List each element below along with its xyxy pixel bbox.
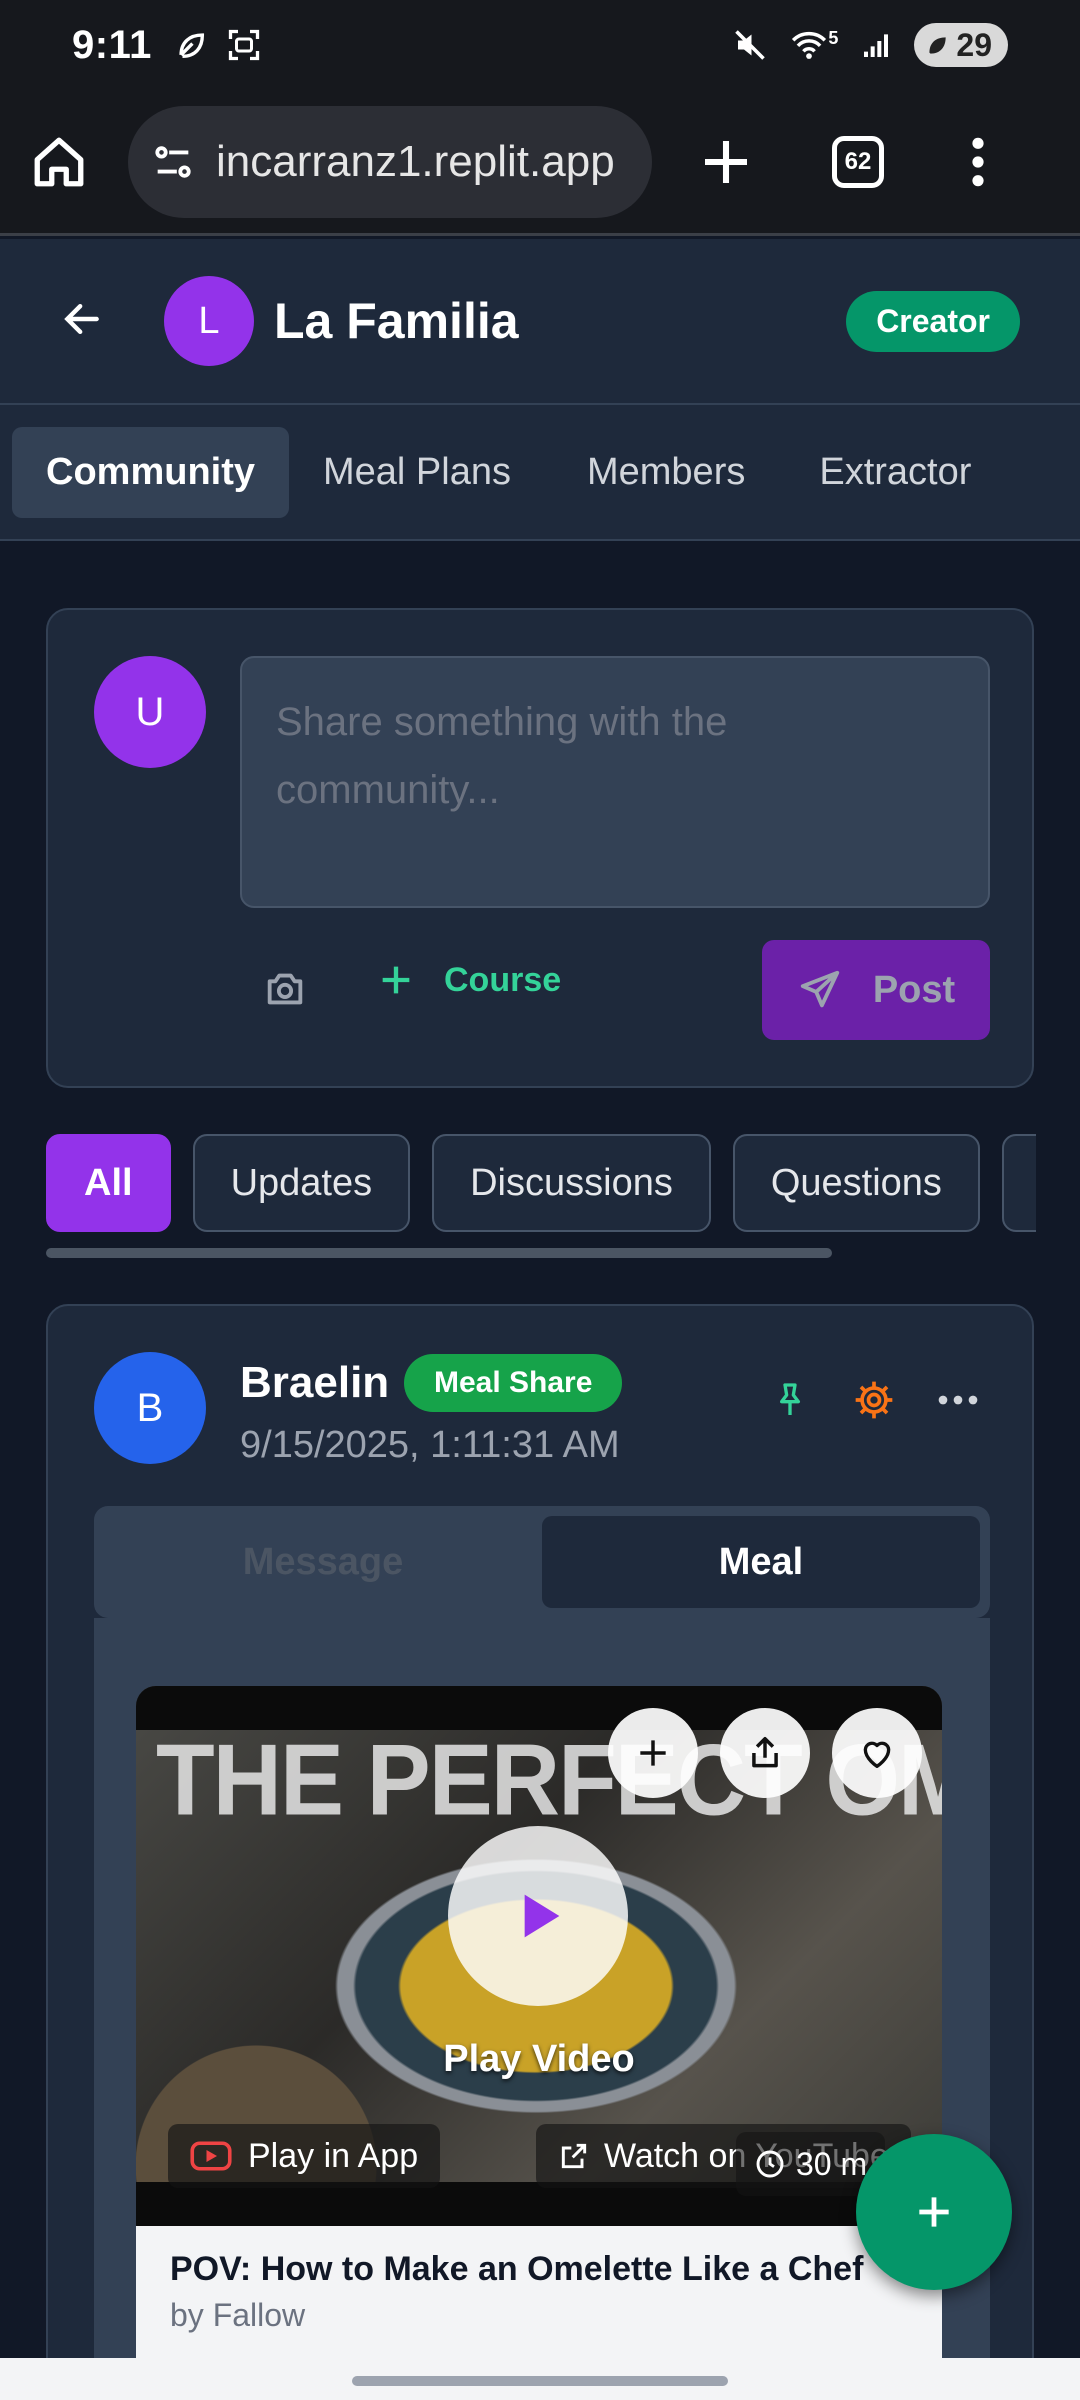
- youtube-icon: [190, 2141, 232, 2171]
- play-video-button[interactable]: [448, 1826, 628, 2006]
- pin-icon[interactable]: [770, 1378, 810, 1422]
- home-icon: [34, 137, 84, 186]
- home-button[interactable]: [30, 133, 88, 191]
- play-icon: [524, 1894, 560, 1938]
- recipe-title: POV: How to Make an Omelette Like a Chef: [170, 2250, 864, 2288]
- plus-icon: [640, 1740, 666, 1766]
- address-bar[interactable]: incarranz1.replit.app: [128, 105, 652, 218]
- group-avatar: L: [164, 276, 254, 366]
- role-badge: Creator: [846, 290, 1020, 352]
- status-bar: 9:11 5 29: [0, 0, 1080, 90]
- user-avatar: U: [94, 656, 206, 768]
- wifi-icon: 5: [790, 28, 838, 62]
- gear-icon[interactable]: [852, 1378, 896, 1422]
- status-time: 9:11: [72, 22, 152, 67]
- post-composer: U Share something with the community... …: [46, 608, 1034, 1088]
- tab-count: 62: [832, 135, 884, 188]
- external-link-icon: [561, 2143, 587, 2169]
- meal-segment[interactable]: Meal: [542, 1516, 980, 1608]
- filter-all[interactable]: All: [46, 1134, 171, 1232]
- site-settings-icon[interactable]: [150, 139, 196, 185]
- post-filters: All Updates Discussions Questions: [46, 1134, 1036, 1234]
- heart-icon: [863, 1741, 891, 1768]
- system-nav-bar: [0, 2358, 1080, 2400]
- recipe-author: by Fallow: [170, 2297, 306, 2333]
- kebab-menu-icon: [972, 137, 984, 186]
- post-button[interactable]: Post: [762, 940, 990, 1040]
- browser-menu-button[interactable]: [968, 134, 988, 190]
- battery-indicator: 29: [914, 23, 1008, 67]
- plus-icon: [382, 966, 410, 994]
- recipe-video[interactable]: THE PERFECT OMELETTE Play Video Play in …: [136, 1686, 942, 2226]
- plus-icon: [705, 140, 747, 183]
- filters-scrollbar[interactable]: [46, 1248, 832, 1258]
- leaf-icon: [179, 33, 204, 59]
- author-avatar: B: [94, 1352, 206, 1464]
- send-icon: [800, 970, 839, 1008]
- favorite-button[interactable]: [832, 1708, 922, 1798]
- screenshot-icon: [228, 29, 260, 61]
- share-icon: [752, 1737, 778, 1768]
- camera-icon: [267, 973, 303, 1005]
- post-input[interactable]: Share something with the community...: [240, 656, 990, 908]
- cell-signal-icon: [864, 34, 889, 57]
- duration-text: 30 m: [796, 2145, 868, 2182]
- more-options-icon[interactable]: [938, 1394, 978, 1406]
- tab-meal-plans[interactable]: Meal Plans: [289, 427, 545, 518]
- filter-more[interactable]: [1001, 1134, 1036, 1232]
- wifi-level: 5: [828, 28, 839, 48]
- post-label: Post: [872, 968, 956, 1011]
- filter-questions[interactable]: Questions: [732, 1134, 980, 1232]
- filter-discussions[interactable]: Discussions: [432, 1134, 711, 1232]
- play-video-label: Play Video: [443, 2038, 635, 2080]
- battery-level: 29: [956, 26, 992, 63]
- clock-icon: [756, 2150, 784, 2178]
- group-tabs: Community Meal Plans Members Extractor: [0, 405, 1080, 541]
- create-fab[interactable]: [856, 2134, 1012, 2290]
- add-meal-button[interactable]: [608, 1708, 698, 1798]
- add-course-button[interactable]: Course: [376, 960, 561, 1000]
- browser-toolbar: incarranz1.replit.app 62: [0, 90, 1080, 236]
- play-in-app-button[interactable]: Play in App: [168, 2124, 441, 2188]
- battery-saver-icon: [929, 37, 947, 54]
- share-button[interactable]: [720, 1708, 810, 1798]
- arrow-left-icon: [64, 303, 99, 334]
- group-header: L La Familia Creator: [0, 239, 1080, 405]
- group-name: La Familia: [274, 293, 519, 349]
- tab-switcher-button[interactable]: 62: [832, 135, 884, 188]
- tab-extractor[interactable]: Extractor: [785, 427, 1005, 518]
- course-label: Course: [444, 960, 562, 999]
- home-gesture-handle[interactable]: [352, 2376, 728, 2386]
- url-text: incarranz1.replit.app: [216, 136, 615, 186]
- play-in-app-label: Play in App: [248, 2136, 419, 2175]
- post-view-toggle: Message Meal: [94, 1506, 990, 1618]
- message-segment[interactable]: Message: [104, 1516, 542, 1608]
- tab-community[interactable]: Community: [12, 426, 289, 518]
- tab-members[interactable]: Members: [553, 427, 779, 518]
- post-type-badge: Meal Share: [404, 1354, 623, 1412]
- post-author[interactable]: Braelin: [240, 1358, 389, 1408]
- plus-icon: [919, 2197, 949, 2227]
- mute-icon: [735, 30, 766, 60]
- post-timestamp: 9/15/2025, 1:11:31 AM: [240, 1424, 620, 1466]
- filter-updates[interactable]: Updates: [192, 1134, 411, 1232]
- back-button[interactable]: [60, 297, 104, 346]
- add-photo-button[interactable]: [262, 966, 308, 1017]
- new-tab-button[interactable]: [698, 134, 754, 190]
